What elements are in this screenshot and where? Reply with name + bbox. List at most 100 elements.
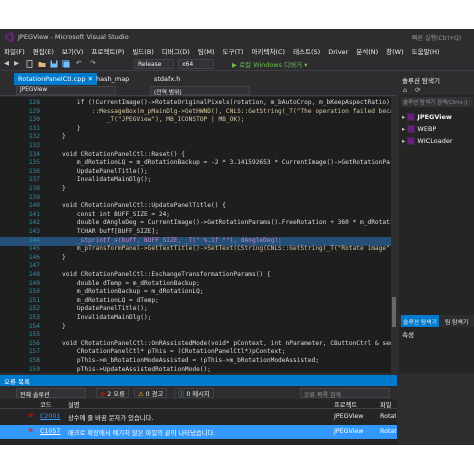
cpp-project-icon bbox=[407, 113, 415, 121]
menu-file[interactable]: 파일(F) bbox=[0, 45, 29, 57]
line-number: 146 bbox=[28, 253, 40, 261]
forward-icon[interactable]: ▶ bbox=[14, 59, 19, 67]
expand-arrow-icon[interactable]: ▸ bbox=[402, 125, 405, 133]
tree-item-label: WICLoader bbox=[417, 137, 453, 145]
menu-build[interactable]: 빌드(B) bbox=[128, 45, 158, 57]
error-project: JPEGView bbox=[334, 413, 364, 420]
save-all-icon[interactable] bbox=[62, 60, 70, 68]
line-number: 140 bbox=[28, 202, 40, 210]
error-scope-select[interactable]: 전체 솔루션 bbox=[16, 388, 86, 399]
column-description[interactable]: 설명 bbox=[68, 400, 80, 409]
code-text: UpdatePanelTitle(); bbox=[62, 167, 148, 175]
tab-rotationpanelctl[interactable]: RotationPanelCtl.cpp ✕ bbox=[14, 73, 98, 85]
error-circle-icon: ⊗ bbox=[100, 391, 106, 398]
menu-window[interactable]: 창(W) bbox=[382, 45, 407, 57]
screenshot-frame: JPEGView - Microsoft Visual Studio 빠른 실행… bbox=[0, 0, 474, 474]
error-row-selected[interactable]: ⊗ C1057 매크로 확장에서 예기치 않은 파일의 끝이 나타났습니다. J… bbox=[0, 425, 397, 439]
errors-filter-button[interactable]: ⊗ 2 오류 bbox=[96, 388, 129, 398]
visual-studio-logo-icon bbox=[5, 32, 14, 42]
tab-team-explorer[interactable]: 팀 탐색기 bbox=[443, 315, 470, 327]
code-text: ::MessageBox(m_pMainDlg->GetHWND(), CNLS… bbox=[62, 107, 391, 115]
open-folder-icon[interactable] bbox=[38, 60, 46, 68]
tree-item-jpegview[interactable]: ▸ JPEGView bbox=[402, 113, 452, 121]
configuration-select[interactable]: Release bbox=[134, 59, 174, 69]
line-number: 149 bbox=[28, 279, 40, 287]
tree-item-wicloader[interactable]: ▸ WICLoader bbox=[402, 137, 453, 145]
quick-launch[interactable]: 빠른 실행(Ctrl+Q) bbox=[412, 33, 461, 42]
code-text: TCHAR buff[BUFF_SIZE]; bbox=[62, 228, 159, 235]
title-bar: JPEGView - Microsoft Visual Studio 빠른 실행… bbox=[0, 29, 474, 45]
column-project[interactable]: 프로젝트 bbox=[334, 400, 357, 409]
code-editor[interactable]: 128 if (!CurrentImage()->RotateOriginalP… bbox=[0, 97, 391, 373]
menu-analyze[interactable]: 분석(N) bbox=[352, 45, 382, 57]
line-number: 128 bbox=[28, 99, 40, 106]
error-code-link[interactable]: C1057 bbox=[40, 428, 60, 435]
menu-help[interactable]: 도움말(H) bbox=[408, 45, 444, 57]
platform-select[interactable]: x64 bbox=[178, 59, 214, 69]
cpp-project-icon bbox=[407, 137, 415, 145]
code-text: _T("JPEGView"), MB_ICONSTOP | MB_OK); bbox=[62, 116, 245, 124]
line-number: 142 bbox=[28, 219, 40, 227]
configuration-value: Release bbox=[138, 61, 162, 68]
menu-team[interactable]: 팀(M) bbox=[194, 45, 219, 57]
back-icon[interactable]: ◀ bbox=[4, 59, 9, 67]
tab-solution-explorer[interactable]: 솔루션 탐색기 bbox=[401, 315, 439, 327]
messages-count: 0 메시지 bbox=[186, 391, 210, 398]
tab-hash-map[interactable]: hash_map bbox=[92, 73, 133, 85]
menu-view[interactable]: 보기(V) bbox=[58, 45, 87, 57]
menu-test[interactable]: 테스트(S) bbox=[289, 45, 324, 57]
error-search-input[interactable]: 오류 목록 검색 bbox=[300, 388, 390, 399]
tree-item-label: WEBP bbox=[417, 125, 437, 133]
column-file[interactable]: 파일 bbox=[380, 400, 392, 409]
tab-stdafx[interactable]: stdafx.h bbox=[150, 73, 184, 85]
visual-studio-window: JPEGView - Microsoft Visual Studio 빠른 실행… bbox=[0, 29, 474, 445]
line-number: 158 bbox=[28, 357, 40, 364]
home-icon[interactable]: ⌂ bbox=[403, 86, 407, 94]
tree-item-webp[interactable]: ▸ WEBP bbox=[402, 125, 436, 133]
line-number: 138 bbox=[28, 185, 40, 192]
properties-title: 속성 bbox=[402, 331, 414, 339]
code-text: } bbox=[62, 322, 66, 330]
scope-dropdown[interactable]: (전역 범위) bbox=[150, 86, 250, 96]
tree-item-label: JPEGView bbox=[417, 113, 452, 121]
code-text: } bbox=[62, 133, 66, 141]
menu-architecture[interactable]: 아키텍처(C) bbox=[248, 45, 290, 57]
warnings-filter-button[interactable]: ⚠ 0 경고 bbox=[134, 388, 168, 398]
menu-tools[interactable]: 도구(T) bbox=[219, 45, 248, 57]
messages-filter-button[interactable]: ⓘ 0 메시지 bbox=[174, 388, 214, 398]
editor-scroll-thumb[interactable] bbox=[392, 297, 396, 327]
scope-dropdown-value: (전역 범위) bbox=[154, 90, 182, 96]
column-code[interactable]: 코드 bbox=[40, 400, 52, 409]
line-number: 153 bbox=[28, 314, 40, 321]
code-text: if (!CurrentImage()->RotateOriginalPixel… bbox=[62, 99, 391, 106]
menu-edit[interactable]: 편집(E) bbox=[29, 45, 58, 57]
code-text: double dAngleDeg = CurrentImage()->GetRo… bbox=[62, 219, 391, 227]
error-row[interactable]: ⊗ C2001 상수에 줄 바꿈 문자가 있습니다. JPEGView Rota… bbox=[0, 410, 397, 424]
project-dropdown[interactable]: JPEGView bbox=[16, 86, 116, 95]
menu-debug[interactable]: 디버그(D) bbox=[158, 45, 194, 57]
solution-search-input[interactable]: 솔루션 탐색기 검색(Ctrl+;) bbox=[401, 97, 473, 107]
refresh-icon[interactable]: ⟳ bbox=[415, 86, 420, 94]
error-file: Rotat pp bbox=[380, 428, 396, 435]
errors-count: 2 오류 bbox=[107, 391, 125, 398]
start-debugging-button[interactable]: ▶ 로컬 Windows 디버거 ▾ bbox=[232, 59, 307, 69]
expand-arrow-icon[interactable]: ▸ bbox=[402, 113, 405, 121]
menu-project[interactable]: 프로젝트(P) bbox=[87, 45, 128, 57]
editor-vertical-scrollbar[interactable] bbox=[391, 97, 397, 373]
undo-icon[interactable]: ↶ bbox=[76, 59, 81, 67]
menu-driver[interactable]: Driver bbox=[324, 47, 352, 57]
error-icon: ⊗ bbox=[28, 427, 34, 434]
redo-icon[interactable]: ↷ bbox=[90, 59, 95, 67]
new-file-icon[interactable] bbox=[26, 60, 34, 68]
platform-value: x64 bbox=[182, 61, 194, 68]
line-number: 157 bbox=[28, 348, 40, 356]
code-line[interactable]: 159 pThis->UpdateAssistedRotationMode(); bbox=[0, 366, 391, 373]
error-list-title: 오류 목록 bbox=[4, 378, 30, 386]
code-text: } bbox=[62, 253, 66, 261]
save-icon[interactable] bbox=[50, 60, 58, 68]
line-number: 155 bbox=[28, 331, 40, 339]
code-text: void CRotationPanelCtl::UpdatePanelTitle… bbox=[62, 202, 226, 210]
expand-arrow-icon[interactable]: ▸ bbox=[402, 137, 405, 145]
code-text: void CRotationPanelCtl::ExchangeTransfor… bbox=[62, 271, 271, 278]
error-code-link[interactable]: C2001 bbox=[40, 413, 60, 420]
